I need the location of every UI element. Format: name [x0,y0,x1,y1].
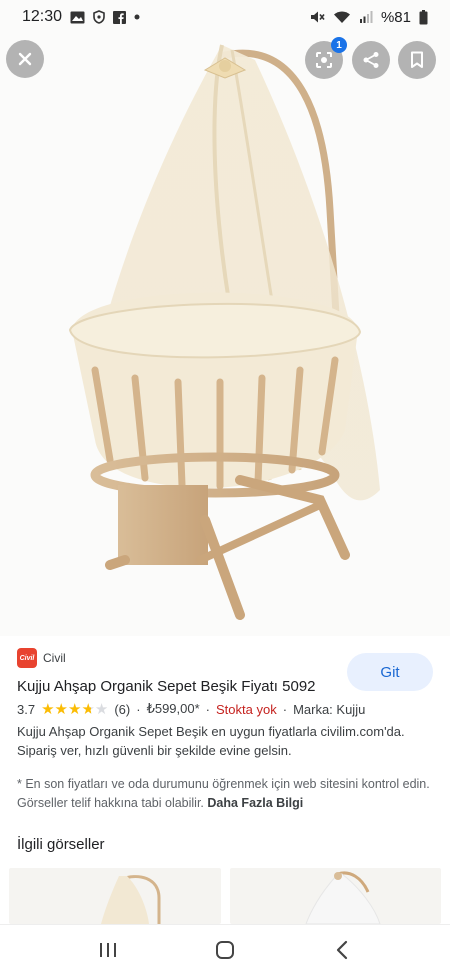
result-meta: 3.7 ★ ★ ★ ★ ★ (6) · ₺599,00* · Stokta yo… [17,701,365,717]
dot-icon [134,14,140,20]
bookmark-button[interactable] [398,41,436,79]
cradle-thumbnail [305,871,381,924]
price: ₺599,00* [146,701,200,716]
back-icon [336,940,347,960]
lens-badge: 1 [331,37,347,53]
star-icon: ★ [54,700,68,718]
star-icon: ★ [67,700,82,718]
signal-icon [359,10,373,24]
result-title[interactable]: Kujju Ahşap Organik Sepet Beşik Fiyatı 5… [17,678,316,695]
more-info-link[interactable]: Daha Fazla Bilgi [207,796,303,810]
result-description: Kujju Ahşap Organik Sepet Beşik en uygun… [17,724,405,758]
review-count: (6) [114,701,131,717]
related-image-thumb[interactable] [9,868,221,924]
shield-icon [93,10,105,24]
disclaimer-note: * En son fiyatları ve oda durumunu öğren… [17,775,437,812]
home-icon [215,941,234,959]
share-icon [363,52,379,68]
status-time: 12:30 [22,8,63,25]
source-logo: Civil [17,648,37,668]
back-button[interactable] [322,930,362,970]
close-icon [18,52,32,66]
facebook-icon [113,10,127,24]
separator: · [136,701,141,717]
lens-icon [316,52,332,68]
system-nav-bar [0,924,450,975]
cradle-thumbnail [101,875,161,924]
cradle-illustration [68,44,380,620]
image-icon [70,11,85,24]
star-half-icon: ★ [81,700,95,718]
go-button[interactable]: Git [347,653,433,691]
lens-button[interactable]: 1 [305,37,347,79]
close-button[interactable] [6,40,44,78]
home-button[interactable] [205,930,245,970]
status-bar: 12:30 %81 [0,0,450,34]
share-button[interactable] [352,41,390,79]
separator: · [205,701,211,717]
battery-icon [419,9,428,25]
stock-status: Stokta yok [216,701,277,717]
wifi-icon [333,10,351,24]
separator: · [282,701,288,717]
product-image[interactable] [0,0,450,636]
brand: Marka: Kujju [293,701,366,717]
battery-percent: %81 [380,8,411,26]
related-image-thumb[interactable] [230,868,441,924]
source-row[interactable]: Civil Civil [17,648,66,668]
bookmark-icon [411,51,423,68]
rating-value: 3.7 [17,701,36,717]
star-empty-icon: ★ [94,700,109,718]
related-images-heading: İlgili görseller [17,836,105,853]
recent-apps-button[interactable] [88,930,128,970]
rating-stars: ★ ★ ★ ★ ★ [41,702,108,717]
star-icon: ★ [41,700,55,718]
source-name: Civil [43,651,66,665]
mute-icon [310,10,325,24]
recent-apps-icon [100,943,117,957]
